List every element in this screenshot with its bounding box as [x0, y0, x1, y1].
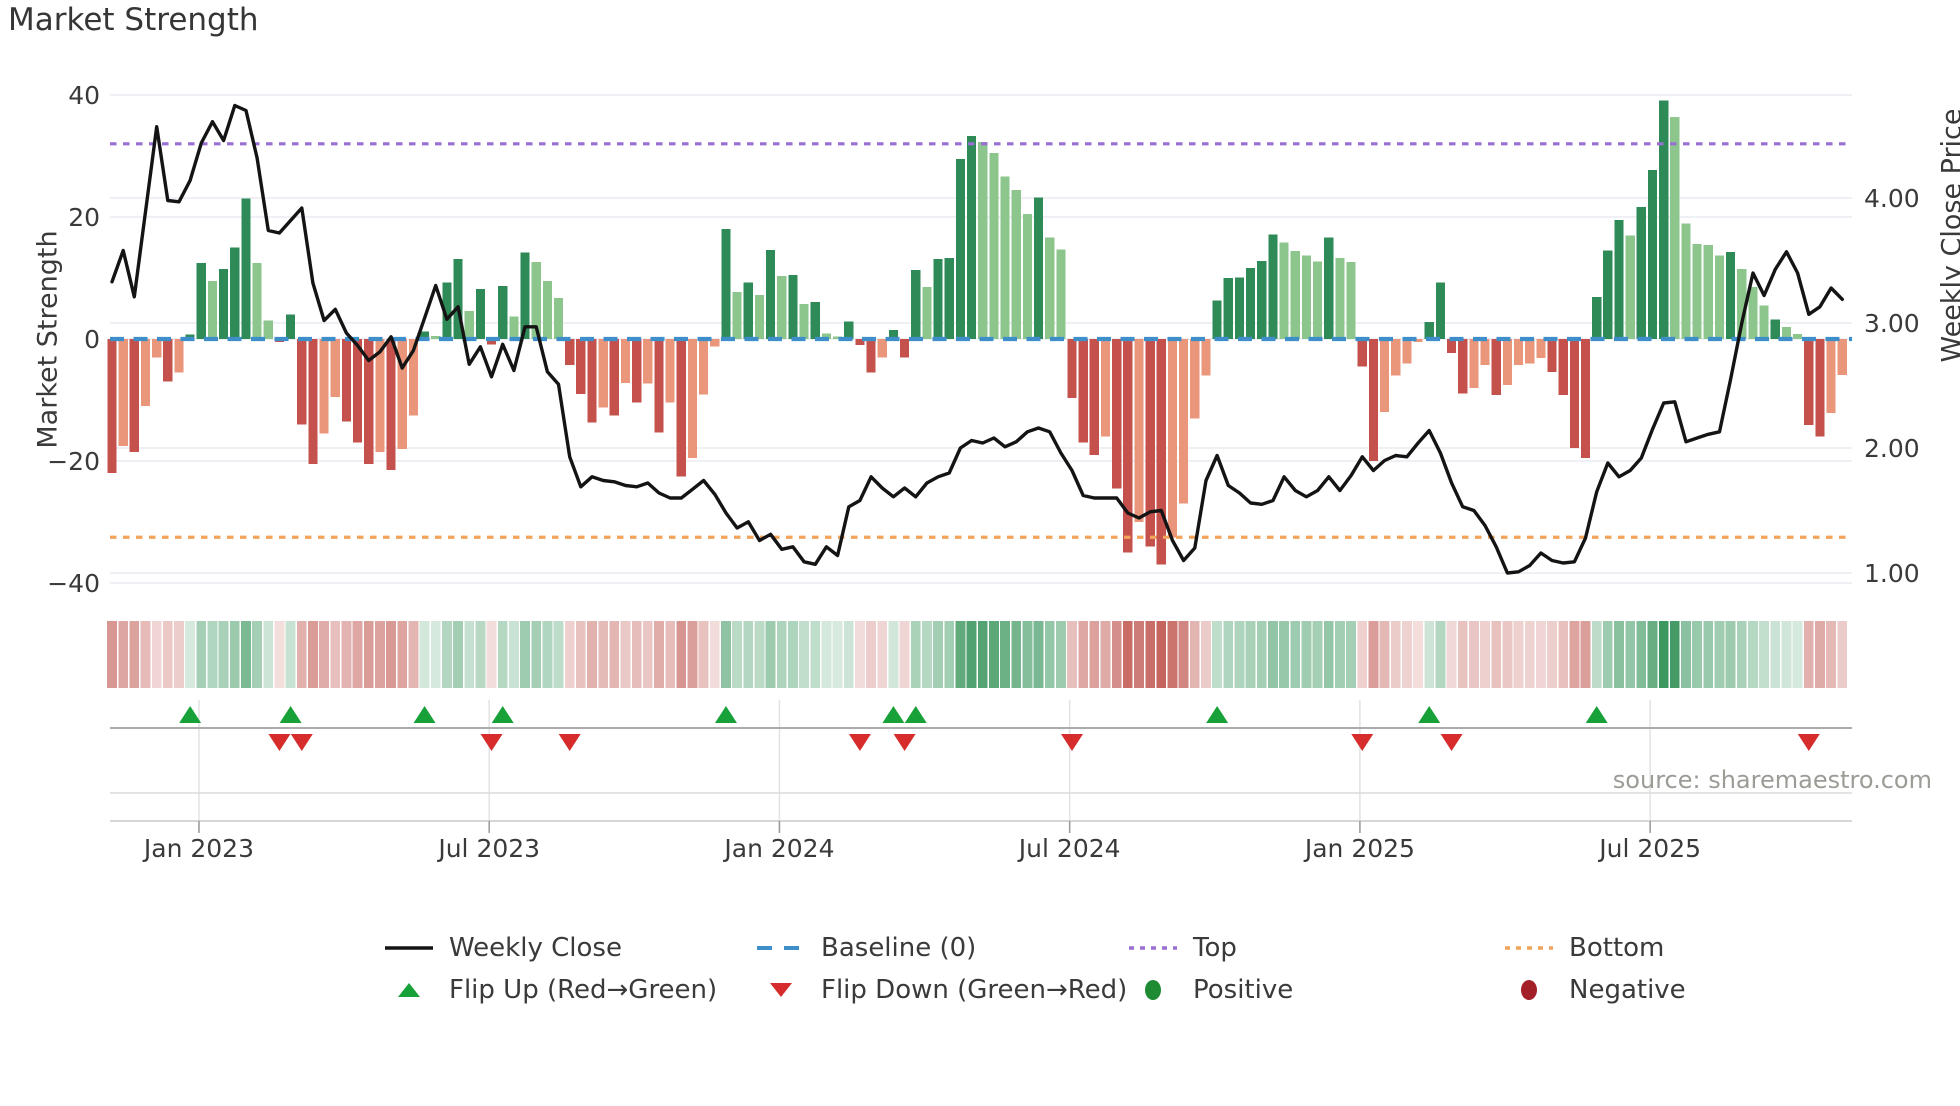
legend-label: Weekly Close	[449, 933, 622, 963]
svg-text:4.00: 4.00	[1864, 184, 1920, 213]
svg-text:Jul 2025: Jul 2025	[1597, 834, 1701, 863]
svg-text:−20: −20	[47, 447, 100, 476]
market-strength-chart: Market Strength Market Strength Weekly C…	[0, 0, 1960, 1102]
legend-item-flip-up: Flip Up (Red→Green)	[383, 970, 717, 1010]
flip-up-triangle-icon	[383, 978, 435, 1002]
legend-label: Bottom	[1569, 933, 1664, 963]
bottom-dotted-line-icon	[1503, 936, 1555, 960]
top-dotted-line-icon	[1127, 936, 1179, 960]
legend-item-baseline: Baseline (0)	[755, 928, 976, 968]
flip-down-markers	[268, 734, 1819, 751]
svg-text:2.00: 2.00	[1864, 434, 1920, 463]
svg-text:0: 0	[84, 325, 100, 354]
svg-text:Jan 2024: Jan 2024	[722, 834, 834, 863]
baseline-dash-icon	[755, 936, 807, 960]
legend-item-bottom: Bottom	[1503, 928, 1664, 968]
heatmap-strip	[107, 621, 1847, 688]
legend: Weekly Close Baseline (0) Top Bottom Fli…	[0, 918, 1960, 1018]
legend-item-negative: Negative	[1503, 970, 1686, 1010]
svg-text:Jan 2023: Jan 2023	[142, 834, 254, 863]
legend-item-top: Top	[1127, 928, 1237, 968]
svg-text:1.00: 1.00	[1864, 559, 1920, 588]
legend-label: Baseline (0)	[821, 933, 976, 963]
negative-dot-icon	[1503, 978, 1555, 1002]
legend-item-flip-down: Flip Down (Green→Red)	[755, 970, 1127, 1010]
source-note: source: sharemaestro.com	[1613, 766, 1932, 794]
svg-text:Jul 2023: Jul 2023	[436, 834, 540, 863]
strength-bars	[107, 101, 1846, 565]
legend-item-positive: Positive	[1127, 970, 1293, 1010]
legend-label: Flip Down (Green→Red)	[821, 975, 1127, 1005]
weekly-close-line-icon	[383, 936, 435, 960]
svg-text:Jan 2025: Jan 2025	[1303, 834, 1415, 863]
svg-text:20: 20	[68, 203, 100, 232]
legend-label: Positive	[1193, 975, 1293, 1005]
svg-text:40: 40	[68, 81, 100, 110]
legend-item-weekly-close: Weekly Close	[383, 928, 622, 968]
positive-dot-icon	[1127, 978, 1179, 1002]
legend-label: Top	[1193, 933, 1237, 963]
svg-text:−40: −40	[47, 569, 100, 598]
svg-text:Jul 2024: Jul 2024	[1017, 834, 1121, 863]
flip-down-triangle-icon	[755, 978, 807, 1002]
legend-label: Negative	[1569, 975, 1686, 1005]
flip-up-markers	[179, 706, 1608, 723]
svg-text:3.00: 3.00	[1864, 309, 1920, 338]
legend-label: Flip Up (Red→Green)	[449, 975, 717, 1005]
